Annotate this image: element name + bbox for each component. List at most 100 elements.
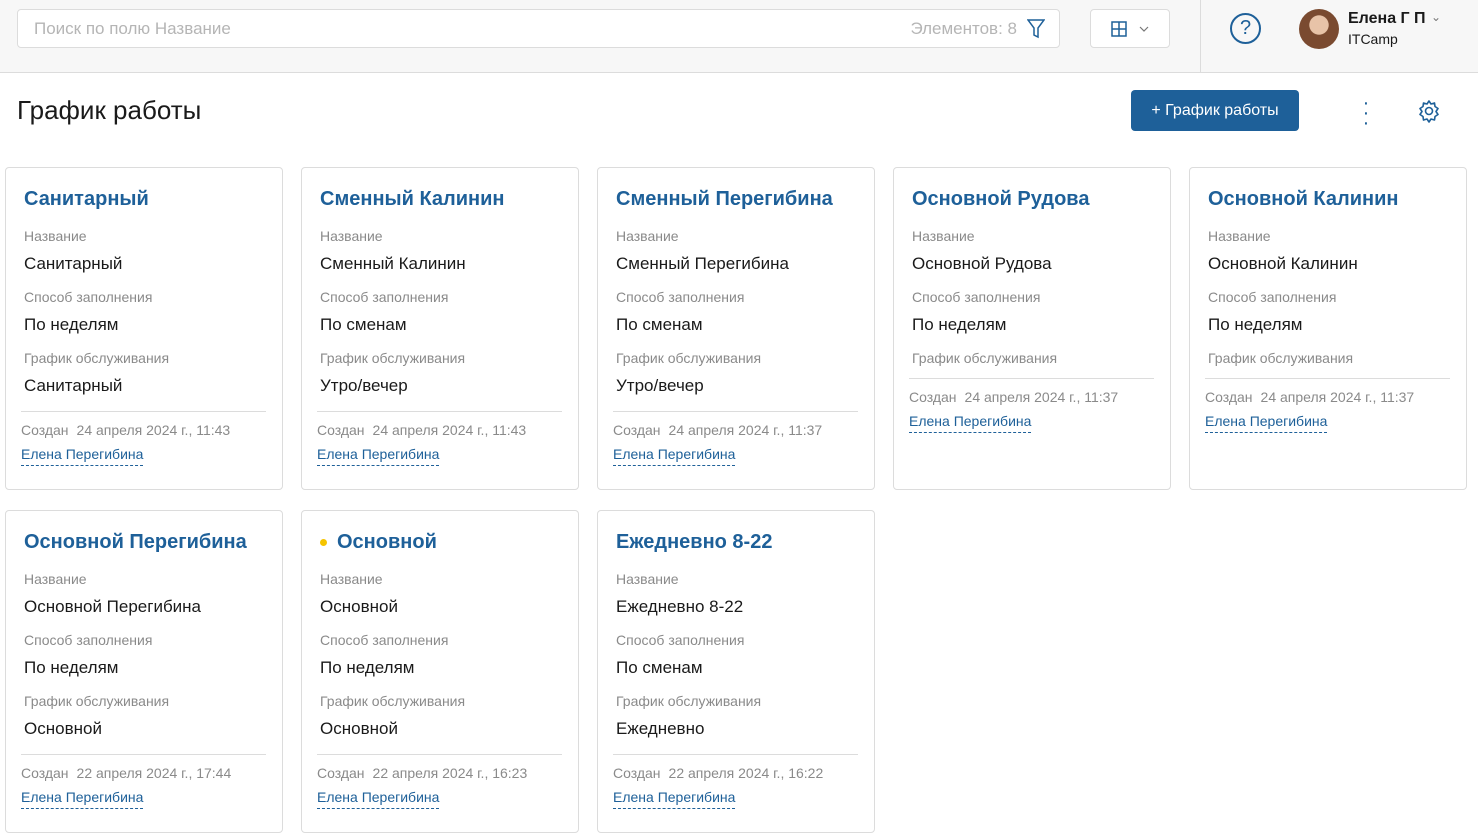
created-label: Создан [21,422,69,438]
user-name[interactable]: Елена Г П [1348,10,1426,28]
more-options-icon[interactable]: · · · [1358,93,1374,133]
author-link[interactable]: Елена Перегибина [317,446,440,466]
avatar[interactable] [1299,9,1339,49]
fill-method-label: Способ заполнения [24,289,153,305]
card-title-text[interactable]: Основной Перегибина [24,531,247,554]
fill-method-label: Способ заполнения [1208,289,1337,305]
divider [1205,378,1450,379]
name-label: Название [616,228,679,244]
fill-method-value: По сменам [320,315,407,334]
service-schedule-value: Санитарный [24,376,123,395]
gear-icon[interactable] [1417,99,1441,123]
created-label: Создан [317,422,365,438]
fill-method-label: Способ заполнения [912,289,1041,305]
divider [613,411,858,412]
divider [317,411,562,412]
fill-method-label: Способ заполнения [320,632,449,648]
divider [21,411,266,412]
card-title-text[interactable]: Сменный Калинин [320,188,504,211]
name-value: Основной Перегибина [24,597,202,616]
created-date: 24 апреля 2024 г., 11:37 [964,389,1119,405]
service-schedule-label: График обслуживания [24,693,170,709]
fill-method-value: По неделям [24,658,119,677]
divider [21,754,266,755]
author-link[interactable]: Елена Перегибина [613,789,736,809]
add-schedule-button[interactable]: + График работы [1131,90,1299,131]
created-info: Создан 22 апреля 2024 г., 17:44 [21,765,266,781]
name-value: Сменный Перегибина [616,254,789,273]
divider [317,754,562,755]
name-label: Название [320,571,383,587]
created-label: Создан [613,765,661,781]
divider [909,378,1154,379]
view-mode-button[interactable] [1090,9,1170,48]
created-label: Создан [613,422,661,438]
fill-method-value: По неделям [912,315,1007,334]
card-title-text[interactable]: Санитарный [24,188,149,211]
card-title-text[interactable]: Сменный Перегибина [616,188,833,211]
page-title: График работы [17,95,202,125]
card-title-text[interactable]: Основной Калинин [1208,188,1398,211]
card-title[interactable]: Сменный Калинин [320,186,562,212]
created-info: Создан 22 апреля 2024 г., 16:23 [317,765,562,781]
schedule-card[interactable]: Основной Калинин Название Основной Калин… [1189,167,1467,490]
schedule-card[interactable]: Основной Перегибина Название Основной Пе… [5,510,283,833]
created-info: Создан 24 апреля 2024 г., 11:43 [21,422,266,438]
service-schedule-value: Основной [320,719,398,738]
service-schedule-value: Утро/вечер [616,376,704,395]
cards-grid: Санитарный Название Санитарный Способ за… [5,167,1467,833]
divider [613,754,858,755]
filter-icon[interactable] [1027,18,1045,39]
name-value: Ежедневно 8-22 [616,597,744,616]
card-title[interactable]: Сменный Перегибина [616,186,858,212]
service-schedule-value: Ежедневно [616,719,705,738]
author-link[interactable]: Елена Перегибина [1205,413,1328,433]
card-title-text[interactable]: Ежедневно 8-22 [616,531,772,554]
divider [1200,0,1201,72]
created-label: Создан [21,765,69,781]
card-title[interactable]: Основной Калинин [1208,186,1450,212]
author-link[interactable]: Елена Перегибина [613,446,736,466]
top-bar: Элементов: 8 ? Елена Г П ⌄ ITCamp [0,0,1478,73]
card-title-text[interactable]: Основной [337,531,437,554]
chevron-down-icon [1139,26,1149,32]
service-schedule-label: График обслуживания [24,350,170,366]
schedule-card[interactable]: Сменный Перегибина Название Сменный Пере… [597,167,875,490]
fill-method-value: По сменам [616,658,703,677]
name-label: Название [912,228,975,244]
schedule-card[interactable]: Санитарный Название Санитарный Способ за… [5,167,283,490]
card-title[interactable]: Основной Перегибина [24,529,266,555]
card-title[interactable]: Санитарный [24,186,266,212]
author-link[interactable]: Елена Перегибина [317,789,440,809]
author-link[interactable]: Елена Перегибина [21,789,144,809]
created-label: Создан [317,765,365,781]
created-date: 22 апреля 2024 г., 16:22 [668,765,824,781]
name-value: Основной Рудова [912,254,1052,273]
service-schedule-label: График обслуживания [1208,350,1354,366]
created-date: 24 апреля 2024 г., 11:37 [1260,389,1415,405]
schedule-card[interactable]: Ежедневно 8-22 Название Ежедневно 8-22 С… [597,510,875,833]
author-link[interactable]: Елена Перегибина [909,413,1032,433]
created-date: 24 апреля 2024 г., 11:43 [372,422,527,438]
fill-method-label: Способ заполнения [616,632,745,648]
created-info: Создан 24 апреля 2024 г., 11:37 [613,422,858,438]
author-link[interactable]: Елена Перегибина [21,446,144,466]
name-label: Название [1208,228,1271,244]
card-title-text[interactable]: Основной Рудова [912,188,1089,211]
schedule-card[interactable]: Основной Название Основной Способ заполн… [301,510,579,833]
service-schedule-value: Утро/вечер [320,376,408,395]
chevron-down-icon[interactable]: ⌄ [1431,10,1441,24]
help-icon[interactable]: ? [1230,13,1261,44]
user-org: ITCamp [1348,31,1398,47]
card-title[interactable]: Основной [320,529,562,555]
grid-view-icon [1111,20,1127,37]
search-box: Элементов: 8 [17,9,1060,48]
schedule-card[interactable]: Основной Рудова Название Основной Рудова… [893,167,1171,490]
schedule-card[interactable]: Сменный Калинин Название Сменный Калинин… [301,167,579,490]
element-count: Элементов: 8 [910,18,1017,38]
search-input[interactable] [34,18,911,39]
fill-method-label: Способ заполнения [24,632,153,648]
card-title[interactable]: Ежедневно 8-22 [616,529,858,555]
card-title[interactable]: Основной Рудова [912,186,1154,212]
service-schedule-value: Основной [24,719,102,738]
